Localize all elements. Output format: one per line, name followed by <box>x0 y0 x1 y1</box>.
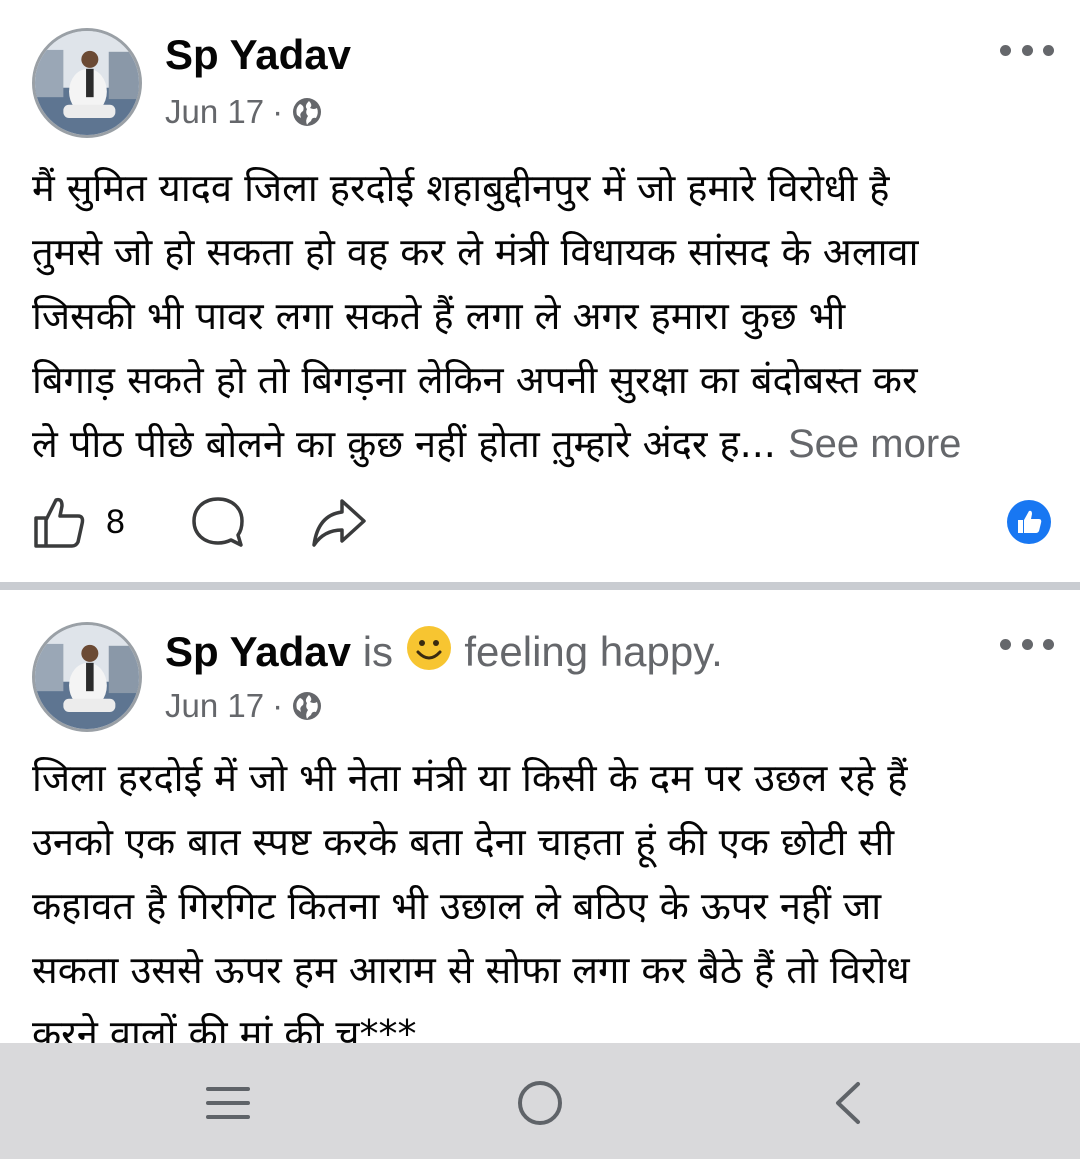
post-text-line: तुमसे जो हो सकता हो वह कर ले मंत्री विधा… <box>32 230 919 274</box>
like-reaction-badge[interactable] <box>1006 492 1052 552</box>
back-button[interactable] <box>818 1073 878 1133</box>
thumbs-up-icon <box>34 497 85 548</box>
globe-icon <box>291 690 323 722</box>
author-name[interactable]: Sp Yadav <box>165 628 351 675</box>
meta-separator: · <box>272 687 284 724</box>
post-header: Sp Yadav <box>165 30 351 80</box>
share-arrow-icon <box>312 499 366 547</box>
post-text: मैं सुमित यादव जिला हरदोई शहाबुद्दीनपुर … <box>32 156 1062 476</box>
home-button[interactable] <box>510 1073 570 1133</box>
feeling-text[interactable]: feeling happy. <box>464 628 722 675</box>
like-count[interactable]: 8 <box>106 492 125 552</box>
post-text-line: मैं सुमित यादव जिला हरदोई शहाबुद्दीनपुर … <box>32 166 890 210</box>
action-bar: 8 <box>32 492 1052 552</box>
post-text-line: जिसकी भी पावर लगा सकते हैं लगा ले अगर हम… <box>32 294 846 338</box>
post-date[interactable]: Jun 17 <box>165 686 264 726</box>
post-text: जिला हरदोई में जो भी नेता मंत्री या किसी… <box>32 746 1062 1043</box>
post-text-line: उनको एक बात स्पष्ट करके बता देना चाहता ह… <box>32 820 895 864</box>
meta-separator: · <box>272 93 284 130</box>
post-text-line-last: ले पीठ पीछे बोलने का क़ुछ नहीं होता त़ुम… <box>32 412 1062 476</box>
like-reaction-badge-icon <box>1007 500 1051 544</box>
author-name[interactable]: Sp Yadav <box>165 31 351 78</box>
post-card: Sp Yadav is feeling happy. Jun 17 · जिला… <box>0 590 1080 1043</box>
feeling-prefix: is <box>362 628 394 675</box>
feed-divider <box>0 582 1080 590</box>
like-button[interactable] <box>32 492 86 552</box>
share-button[interactable] <box>310 492 368 552</box>
smiley-emoji-icon <box>405 624 453 672</box>
avatar-photo <box>35 31 139 135</box>
more-options-icon[interactable] <box>1000 634 1054 654</box>
post-text-line: सकता उससे ऊपर हम आराम से सोफा लगा कर बैठ… <box>32 948 910 992</box>
home-circle-icon <box>518 1081 562 1125</box>
post-card: Sp Yadav Jun 17 · मैं सुमित यादव जिला हर… <box>0 0 1080 582</box>
post-meta: Jun 17 · <box>165 92 323 132</box>
post-meta: Jun 17 · <box>165 686 323 726</box>
see-more-link[interactable]: See more <box>788 422 961 466</box>
avatar-photo <box>35 625 139 729</box>
post-text-line: ले पीठ पीछे बोलने का क़ुछ नहीं होता त़ुम… <box>32 422 776 466</box>
recents-icon <box>206 1087 250 1119</box>
comment-bubble-icon <box>192 497 244 547</box>
more-options-icon[interactable] <box>1000 40 1054 60</box>
recents-button[interactable] <box>198 1073 258 1133</box>
post-text-line: करने वालों की मां की च*** <box>32 1012 417 1043</box>
post-text-line: बिगाड़ सकते हो तो बिगड़ना लेकिन अपनी सुर… <box>32 358 918 402</box>
author-avatar[interactable] <box>32 622 142 732</box>
system-navigation-bar <box>0 1043 1080 1159</box>
post-text-line: जिला हरदोई में जो भी नेता मंत्री या किसी… <box>32 756 908 800</box>
back-chevron-icon <box>836 1082 860 1124</box>
post-date[interactable]: Jun 17 <box>165 92 264 132</box>
author-avatar[interactable] <box>32 28 142 138</box>
post-header: Sp Yadav is feeling happy. <box>165 624 723 677</box>
globe-icon <box>291 96 323 128</box>
post-text-line: कहावत है गिरगिट कितना भी उछाल ले बठिए के… <box>32 884 882 928</box>
comment-button[interactable] <box>190 492 246 552</box>
